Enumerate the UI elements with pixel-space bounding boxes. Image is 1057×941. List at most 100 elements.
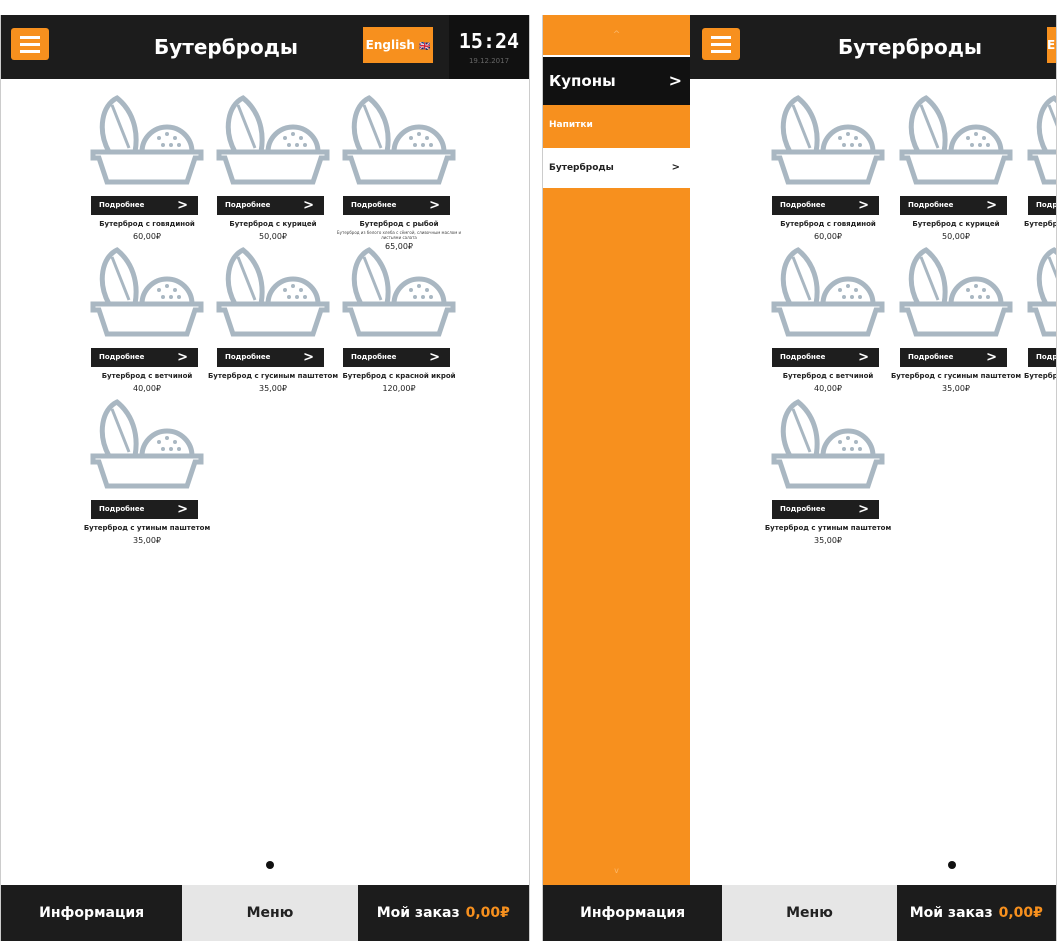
- menu-toggle-button[interactable]: [702, 28, 740, 60]
- product-card[interactable]: Подробнее > Бутерброд с ветчиной 40,00₽: [768, 242, 888, 393]
- product-name: Бутерброд с гусиным паштетом: [890, 372, 1022, 380]
- menu-toggle-button[interactable]: [11, 28, 49, 60]
- no-image-placeholder-icon: [339, 90, 459, 192]
- my-order-button[interactable]: Мой заказ 0,00₽: [357, 885, 529, 941]
- details-label: Подробнее: [1036, 201, 1057, 209]
- product-card-partial[interactable]: Подробнее Бутерброд с красной икрой: [1024, 242, 1057, 392]
- menu-button[interactable]: Меню: [182, 885, 358, 941]
- details-label: Подробнее: [780, 505, 826, 513]
- no-image-placeholder-icon: [213, 90, 333, 192]
- language-button[interactable]: English 🇬🇧: [363, 27, 433, 63]
- product-name: Бутерброд с красной икрой: [342, 372, 456, 380]
- sidebar-item-sandwiches[interactable]: Бутерброды >: [543, 148, 690, 188]
- no-image-placeholder-icon: [87, 394, 207, 496]
- my-order-button[interactable]: Мой заказ 0,00₽: [896, 885, 1056, 941]
- details-label: Подробнее: [99, 505, 145, 513]
- product-card[interactable]: Подробнее > Бутерброд с гусиным паштетом …: [891, 242, 1021, 393]
- chevron-right-icon: >: [429, 198, 440, 213]
- details-button[interactable]: Подробнее >: [217, 348, 324, 367]
- chevron-right-icon: >: [986, 350, 997, 365]
- details-button[interactable]: Подробнее: [1028, 348, 1057, 367]
- page-title: Бутерброды: [153, 35, 298, 59]
- details-button[interactable]: Подробнее >: [772, 500, 879, 519]
- sidebar-item-label: Напитки: [549, 120, 593, 130]
- no-image-placeholder-icon: [896, 90, 1016, 192]
- language-label: English: [365, 38, 415, 52]
- product-price: 50,00₽: [259, 232, 287, 241]
- product-name: Бутерброд с утиным паштетом: [83, 524, 211, 532]
- sidebar-item-coupons[interactable]: Купоны >: [543, 57, 690, 105]
- product-card[interactable]: Подробнее > Бутерброд с говядиной 60,00₽: [87, 90, 207, 241]
- product-price: 35,00₽: [133, 536, 161, 545]
- uk-flag-icon: 🇬🇧: [419, 42, 431, 52]
- language-button[interactable]: English: [1047, 27, 1056, 63]
- chevron-right-icon: >: [858, 502, 869, 517]
- product-card[interactable]: Подробнее > Бутерброд с говядиной 60,00₽: [768, 90, 888, 241]
- no-image-placeholder-icon: [213, 242, 333, 344]
- coupons-label: Купоны: [549, 72, 616, 90]
- details-button[interactable]: Подробнее >: [91, 500, 198, 519]
- details-button[interactable]: Подробнее >: [772, 196, 879, 215]
- page-indicator-dot[interactable]: [948, 861, 956, 869]
- sidebar-item-label: Бутерброды: [549, 163, 614, 173]
- details-label: Подробнее: [225, 353, 271, 361]
- product-name: Бутерброд с ветчиной: [101, 372, 193, 380]
- screen-with-sidebar: ^ Купоны > Напитки Бутерброды > v Бутерб…: [542, 15, 1057, 941]
- details-label: Подробнее: [99, 353, 145, 361]
- details-button[interactable]: Подробнее >: [343, 196, 450, 215]
- page-indicator-dot[interactable]: [266, 861, 274, 869]
- clock-time: 15:24: [458, 29, 520, 53]
- product-card[interactable]: Подробнее > Бутерброд с рыбой Бутерброд и…: [337, 90, 461, 251]
- details-button[interactable]: Подробнее >: [91, 196, 198, 215]
- product-card[interactable]: Подробнее > Бутерброд с курицей 50,00₽: [896, 90, 1016, 241]
- details-button[interactable]: Подробнее >: [343, 348, 450, 367]
- details-label: Подробнее: [225, 201, 271, 209]
- details-button[interactable]: Подробнее >: [91, 348, 198, 367]
- category-sidebar: ^ Купоны > Напитки Бутерброды > v: [543, 15, 690, 885]
- chevron-right-icon: >: [177, 198, 188, 213]
- product-card-partial[interactable]: Подробнее Бутерброд с рыбой: [1024, 90, 1057, 240]
- details-button[interactable]: Подробнее >: [217, 196, 324, 215]
- product-price: 40,00₽: [133, 384, 161, 393]
- chevron-right-icon: >: [303, 350, 314, 365]
- product-card[interactable]: Подробнее > Бутерброд с красной икрой 120…: [339, 242, 459, 393]
- product-price: 35,00₽: [942, 384, 970, 393]
- product-card[interactable]: Подробнее > Бутерброд с ветчиной 40,00₽: [87, 242, 207, 393]
- menu-button[interactable]: Меню: [722, 885, 897, 941]
- info-button[interactable]: Информация: [1, 885, 183, 941]
- details-label: Подробнее: [908, 353, 954, 361]
- order-total: 0,00₽: [998, 905, 1043, 921]
- my-order-label: Мой заказ: [376, 905, 460, 921]
- chevron-right-icon: >: [858, 198, 869, 213]
- product-name: Бутерброд с ветчиной: [782, 372, 874, 380]
- chevron-right-icon: >: [177, 350, 188, 365]
- product-price: 35,00₽: [814, 536, 842, 545]
- clock-date: 19.12.2017: [468, 57, 510, 65]
- scroll-up-icon[interactable]: ^: [543, 15, 690, 55]
- details-button[interactable]: Подробнее >: [772, 348, 879, 367]
- product-card[interactable]: Подробнее > Бутерброд с гусиным паштетом …: [208, 242, 338, 393]
- details-label: Подробнее: [1036, 353, 1057, 361]
- product-name: Бутерброд с гусиным паштетом: [207, 372, 339, 380]
- no-image-placeholder-icon: [1024, 90, 1057, 192]
- product-name: Бутерброд с утиным паштетом: [764, 524, 892, 532]
- sidebar-item-drinks[interactable]: Напитки: [543, 105, 690, 145]
- details-button[interactable]: Подробнее: [1028, 196, 1057, 215]
- details-label: Подробнее: [780, 353, 826, 361]
- no-image-placeholder-icon: [87, 90, 207, 192]
- no-image-placeholder-icon: [87, 242, 207, 344]
- bottom-bar: Информация Меню Мой заказ 0,00₽: [543, 885, 1056, 941]
- chevron-right-icon: >: [303, 198, 314, 213]
- scroll-down-icon[interactable]: v: [543, 866, 690, 875]
- details-button[interactable]: Подробнее >: [900, 196, 1007, 215]
- product-card[interactable]: Подробнее > Бутерброд с утиным паштетом 3…: [84, 394, 210, 545]
- details-button[interactable]: Подробнее >: [900, 348, 1007, 367]
- product-card[interactable]: Подробнее > Бутерброд с курицей 50,00₽: [213, 90, 333, 241]
- info-button[interactable]: Информация: [543, 885, 723, 941]
- page-title: Бутерброды: [837, 35, 982, 59]
- product-card[interactable]: Подробнее > Бутерброд с утиным паштетом 3…: [765, 394, 891, 545]
- product-price: 60,00₽: [133, 232, 161, 241]
- order-total: 0,00₽: [465, 905, 510, 921]
- chevron-right-icon: >: [177, 502, 188, 517]
- no-image-placeholder-icon: [768, 242, 888, 344]
